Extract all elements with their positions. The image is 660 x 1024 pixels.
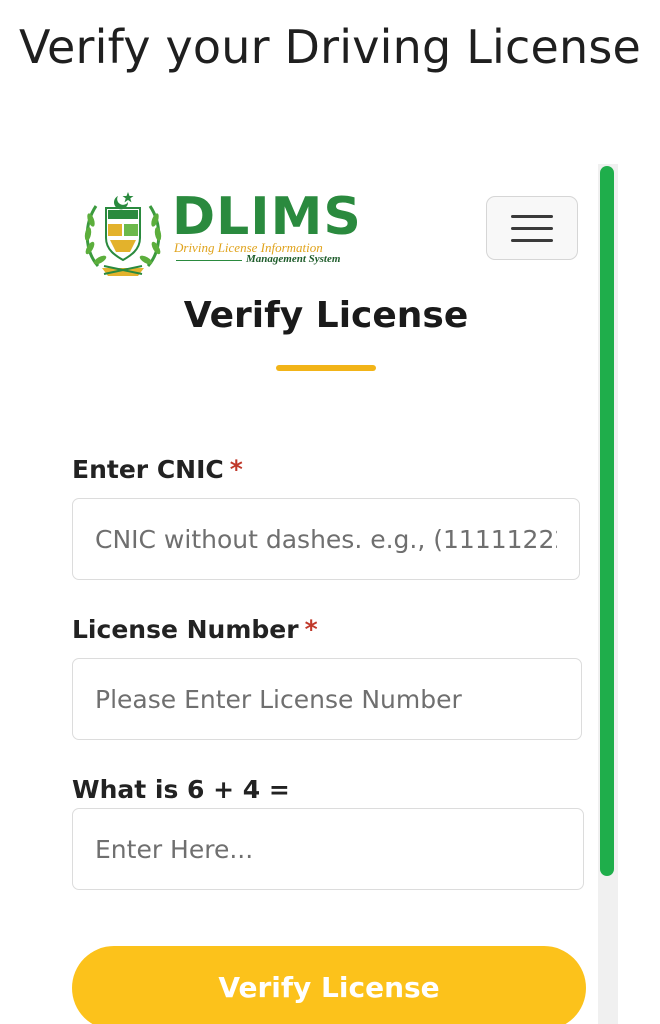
logo-wordmark: DLIMS — [172, 187, 362, 247]
cnic-input[interactable] — [72, 498, 580, 580]
emblem-icon — [84, 192, 162, 276]
hamburger-menu-icon — [511, 226, 553, 230]
logo-subtitle-2: Management System — [246, 253, 341, 265]
page: Verify your Driving License DLIMS Drivin… — [0, 0, 660, 1024]
required-mark: * — [229, 455, 243, 484]
form-title: Verify License — [183, 295, 469, 336]
required-mark: * — [304, 615, 318, 644]
license-number-input[interactable] — [72, 658, 582, 740]
hamburger-menu-button[interactable] — [486, 196, 578, 260]
page-title: Verify your Driving License — [18, 20, 642, 74]
logo-divider — [176, 260, 242, 261]
captcha-label-text: What is 6 + 4 = — [72, 775, 290, 804]
cnic-label: Enter CNIC * — [72, 454, 243, 486]
scrollbar-thumb[interactable] — [600, 166, 614, 876]
license-label: License Number * — [72, 614, 318, 646]
hamburger-menu-icon — [511, 214, 553, 218]
cnic-label-text: Enter CNIC — [72, 455, 224, 484]
verify-license-button[interactable]: Verify License — [72, 946, 586, 1024]
captcha-input[interactable] — [72, 808, 584, 890]
license-label-text: License Number — [72, 615, 299, 644]
hamburger-menu-icon — [511, 238, 553, 242]
dlims-logo[interactable]: DLIMS Driving License Information Manage… — [80, 187, 362, 278]
title-underline — [276, 365, 376, 371]
captcha-label: What is 6 + 4 = — [72, 774, 290, 806]
